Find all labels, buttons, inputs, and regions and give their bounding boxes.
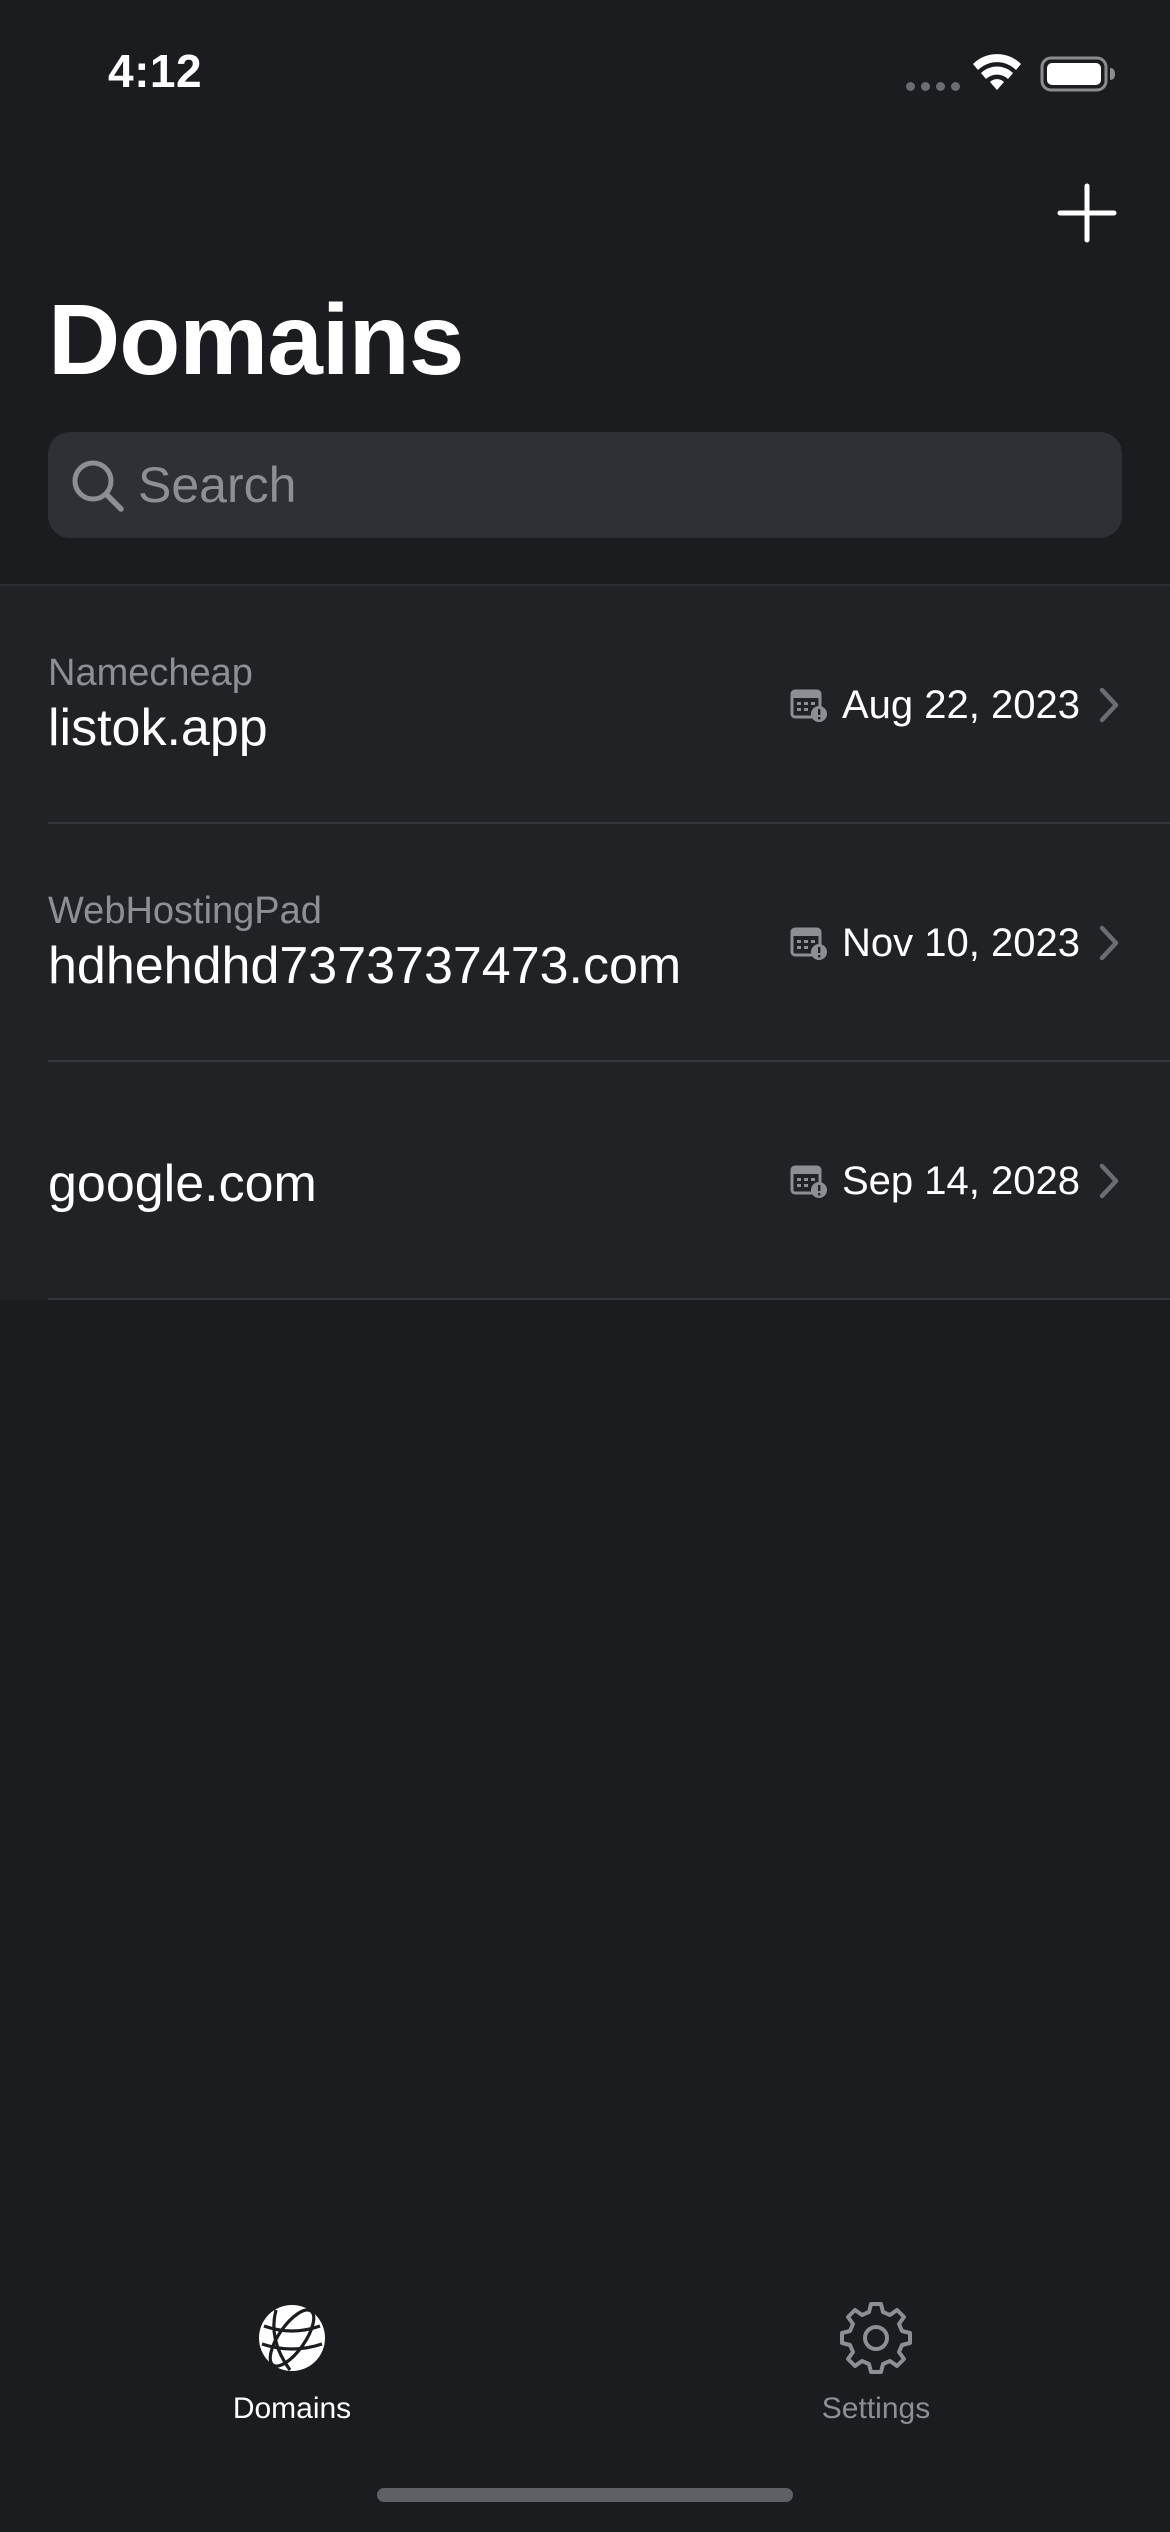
home-indicator[interactable] xyxy=(377,2488,793,2502)
calendar-alert-icon xyxy=(790,927,828,960)
row-divider xyxy=(48,1298,1170,1300)
plus-icon xyxy=(1057,183,1117,243)
page-title: Domains xyxy=(48,284,464,396)
expiry-date: Aug 22, 2023 xyxy=(842,682,1080,727)
domains-screen: 4:12 Domains Nam xyxy=(0,0,1170,2532)
calendar-alert-icon xyxy=(790,1165,827,1198)
expiry-group: Sep 14, 2028 xyxy=(790,1062,1120,1300)
registrar-label: WebHostingPad xyxy=(48,890,322,932)
chevron-right-icon xyxy=(1099,925,1119,961)
domain-name: google.com xyxy=(48,1155,317,1213)
battery-icon xyxy=(1040,56,1115,92)
expiry-group: Aug 22, 2023 xyxy=(790,586,1120,824)
expiry-date: Sep 14, 2028 xyxy=(842,1158,1080,1203)
domain-list: Namecheap listok.app Aug 22, 2023 WebHos… xyxy=(0,586,1170,1300)
registrar-label: Namecheap xyxy=(48,652,253,694)
globe-icon xyxy=(259,2305,325,2371)
domain-name: hdhehdhd7373737473.com xyxy=(48,937,682,995)
search-field[interactable] xyxy=(48,432,1122,538)
tab-label: Settings xyxy=(821,2392,931,2425)
tab-settings[interactable]: Settings xyxy=(756,2300,996,2440)
add-domain-button[interactable] xyxy=(1052,178,1122,248)
wifi-icon xyxy=(973,54,1021,90)
chevron-right-icon xyxy=(1099,687,1119,723)
gear-icon xyxy=(840,2302,912,2374)
status-bar: 4:12 xyxy=(0,0,1170,150)
domain-name: listok.app xyxy=(48,699,268,757)
magnifier-icon xyxy=(72,460,124,512)
domain-row[interactable]: Namecheap listok.app Aug 22, 2023 xyxy=(0,586,1170,824)
calendar-alert-icon xyxy=(790,689,827,722)
domain-row[interactable]: WebHostingPad hdhehdhd7373737473.com Nov… xyxy=(0,824,1170,1062)
expiry-group: Nov 10, 2023 xyxy=(790,824,1120,1062)
tab-label: Domains xyxy=(232,2392,352,2425)
tab-domains[interactable]: Domains xyxy=(172,2300,412,2440)
domain-row[interactable]: google.com Sep 14, 2028 xyxy=(0,1062,1170,1300)
status-time: 4:12 xyxy=(108,45,203,97)
chevron-right-icon xyxy=(1099,1163,1119,1199)
expiry-date: Nov 10, 2023 xyxy=(842,920,1080,965)
search-input[interactable] xyxy=(138,432,1098,538)
signal-dots-icon xyxy=(906,82,960,91)
